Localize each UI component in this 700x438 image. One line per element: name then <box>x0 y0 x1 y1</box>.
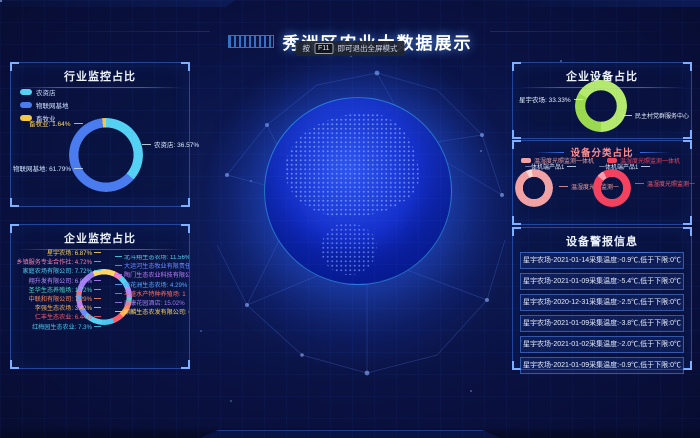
alarm-row: 星宇农场-2021-01-02采集温度:-2.0℃,低于下限:0℃ <box>520 336 684 353</box>
corner-decoration <box>512 227 521 236</box>
legend-label: 农资店 <box>36 87 56 97</box>
device-right-legend: 温湿度光照监测一体机 <box>607 156 680 165</box>
chart-label: 中联和有限公司: 7.29% <box>29 297 101 304</box>
title-underline <box>17 249 183 250</box>
device-left-legend: 温湿度光照监测一体机 <box>521 156 594 165</box>
chart-label: 物联网基地: 61.79% <box>13 166 83 174</box>
chart-label: 星宇农场: 6.87% <box>47 251 101 258</box>
f11-keycap: F11 <box>314 43 334 54</box>
tooltip-suffix: 即可退出全屏模式 <box>338 43 398 54</box>
title-line-left <box>534 152 564 153</box>
panel-title: 设备警报信息 <box>513 233 691 249</box>
chart-label: 畜牧业: 1.64% <box>29 121 83 129</box>
panel-industry-monitor-ratio: 行业监控占比 农资店物联网基地畜牧业 畜牧业: 1.64% 农资店: 36.57… <box>10 62 190 207</box>
chart-label: 麒麟生态农发有限公司: 6.87% <box>115 310 189 317</box>
title-line-right <box>640 152 670 153</box>
chart-label: 陶门生态农业科技有限公 <box>115 273 189 280</box>
legend-item: 农资店 <box>20 87 69 97</box>
alarm-row: 星宇农场-2020-12-31采集温度:-2.5℃,低于下限:0℃ <box>520 294 684 311</box>
chart-label: 梅花洲生态农场: 4.29% <box>115 283 187 290</box>
alarm-row: 星宇农场-2021-01-09采集温度:-3.8℃,低于下限:0℃ <box>520 315 684 332</box>
chart-label: 温湿度光照监测一 <box>635 182 695 189</box>
tooltip-prefix: 按 <box>302 43 310 54</box>
chart-label: 仁丰生态农业: 6.44% <box>35 315 101 322</box>
panel-enterprise-monitor-ratio: 企业监控占比 星宇农场: 6.87% 乡镇服务专业合作社: 4.72% 家庭农场有限… <box>10 224 190 369</box>
corner-decoration <box>683 130 692 139</box>
chart-label: 红梅园生态农业: 7.3% <box>32 325 101 332</box>
bottom-center-decoration <box>200 430 500 438</box>
corner-decoration <box>10 360 19 369</box>
equipment-donut-chart <box>575 80 627 132</box>
chart-label: 家庭农场有限公司: 7.72% <box>23 269 101 276</box>
globe <box>264 97 452 285</box>
legend-label: 物联网基地 <box>36 100 69 110</box>
globe-continent-dots <box>321 223 377 275</box>
chart-label: 李强生态农场: 3.42% <box>35 306 101 313</box>
legend-swatch <box>521 158 531 163</box>
background-stars <box>0 0 2 2</box>
device-left-donut-chart <box>515 169 553 207</box>
chart-label: 星宇农场: 33.33% <box>519 97 583 105</box>
chart-label: 圣华生态养殖场: 1.72% <box>29 288 101 295</box>
chart-label: 北斗翔生态农场: 11.56% <box>115 255 189 262</box>
legend-swatch <box>20 89 32 95</box>
logo-badge <box>228 35 274 48</box>
enterprise-labels-right: 北斗翔生态农场: 11.56% 大运河生态牧业有限责任公陶门生态农业科技有限公梅花… <box>115 255 189 317</box>
corner-decoration <box>181 360 190 369</box>
alarm-row: 星宇农场-2021-01-14采集温度:-0.9℃,低于下限:0℃ <box>520 252 684 269</box>
legend-swatch <box>20 102 32 108</box>
chart-label: 民主村党群服务中心 <box>623 113 689 121</box>
device-right-donut-chart <box>593 169 631 207</box>
corner-decoration <box>683 361 692 370</box>
legend-label: 温湿度光照监测一体机 <box>534 156 594 165</box>
chart-label: 乡镇服务专业合作社: 4.72% <box>16 260 101 267</box>
chart-label: 大运河生态牧业有限责任公 <box>115 264 189 271</box>
industry-donut-chart <box>69 118 143 192</box>
legend-swatch <box>607 158 617 163</box>
chart-label: 成康花园酒店: 15.02% <box>115 301 185 308</box>
panel-device-classification: 设备分类占比 温湿度光照监测一体机 一体机端产品1 温湿度光照监测一 温湿度光照… <box>512 140 692 225</box>
corner-decoration <box>10 198 19 207</box>
panel-equipment-ratio: 企业设备占比 星宇农场: 33.33% 民主村党群服务中心 <box>512 62 692 139</box>
globe-continent-dots <box>285 113 419 217</box>
chart-label: 农资店: 36.57% <box>142 142 199 150</box>
alarm-row: 星宇农场-2021-01-09采集温度:-0.9℃,低于下限:0℃ <box>520 357 684 374</box>
corner-decoration <box>512 216 521 225</box>
alarm-row: 星宇农场-2021-01-09采集温度:-5.4℃,低于下限:0℃ <box>520 273 684 290</box>
top-right-decoration <box>465 0 700 7</box>
panel-title: 行业监控占比 <box>11 68 189 84</box>
panel-title: 企业监控占比 <box>11 230 189 246</box>
corner-decoration <box>512 130 521 139</box>
corner-decoration <box>181 224 190 233</box>
top-left-decoration <box>0 0 235 7</box>
corner-decoration <box>10 224 19 233</box>
legend-label: 温湿度光照监测一体机 <box>620 156 680 165</box>
panel-device-alarm-info: 设备警报信息 星宇农场-2021-01-14采集温度:-0.9℃,低于下限:0℃… <box>512 227 692 370</box>
corner-decoration <box>683 216 692 225</box>
corner-decoration <box>181 198 190 207</box>
industry-legend: 农资店物联网基地畜牧业 <box>20 87 69 123</box>
enterprise-labels-left: 星宇农场: 6.87% 乡镇服务专业合作社: 4.72% 家庭农场有限公司: 7.7… <box>13 251 101 331</box>
chart-label: 翔升发有限公司: 6.87% <box>29 279 101 286</box>
corner-decoration <box>683 227 692 236</box>
chart-label: 丰盛水产特种养殖场: 1 <box>115 292 186 299</box>
fullscreen-tooltip: 按 F11 即可退出全屏模式 <box>295 41 404 56</box>
alarm-list: 星宇农场-2021-01-14采集温度:-0.9℃,低于下限:0℃ 星宇农场-20… <box>520 252 684 374</box>
legend-item: 物联网基地 <box>20 100 69 110</box>
